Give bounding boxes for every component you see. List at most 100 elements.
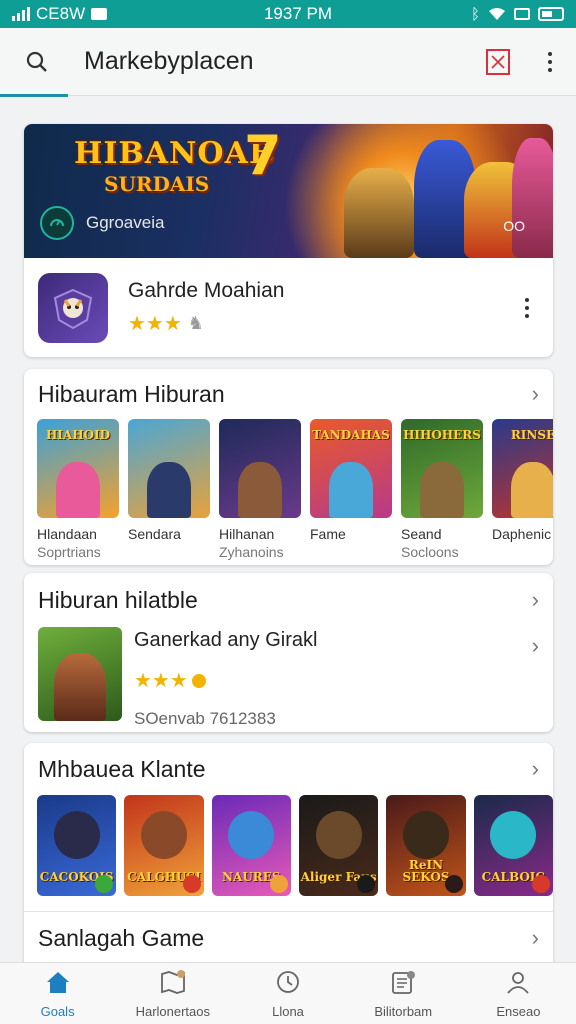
game-tile-character bbox=[238, 462, 282, 518]
chevron-right-icon[interactable]: › bbox=[532, 756, 539, 782]
section-header[interactable]: Hibauram Hiburan › bbox=[24, 369, 553, 419]
bottom-navigation: Goals Harlonertaos Llona Bilitorbam Enseao bbox=[0, 962, 576, 1024]
game-tile-character bbox=[490, 811, 537, 859]
search-button[interactable] bbox=[0, 50, 74, 74]
status-bar: CE8W 1937 PM ᛒ bbox=[0, 0, 576, 28]
banner-number: 7 bbox=[244, 124, 282, 187]
controller-icon: ♞ bbox=[187, 313, 204, 333]
section-title: Sanlagah Game bbox=[38, 924, 205, 951]
featured-more-button[interactable] bbox=[515, 297, 539, 318]
cast-icon bbox=[486, 48, 510, 75]
game-tile-badge bbox=[444, 875, 463, 893]
home-icon bbox=[44, 969, 72, 1000]
game-tile-subtitle: Socloons bbox=[401, 544, 459, 560]
chevron-right-icon[interactable]: › bbox=[532, 627, 539, 659]
section-title: Hibauram Hiburan bbox=[38, 380, 225, 407]
section-available: Hiburan hilatble › Ganerkad any Girakl ★… bbox=[24, 573, 553, 732]
gauge-icon bbox=[40, 206, 74, 240]
game-tile-art-text: HIAHOID bbox=[45, 428, 111, 442]
game-tile-name: Seand bbox=[401, 526, 442, 542]
game-tiles-row: HIAHOID Hlandaan Soprtrians Sendara Hilhanan… bbox=[24, 419, 553, 560]
list-item[interactable]: Ganerkad any Girakl ★★★ SOenvab 7612383 … bbox=[24, 627, 553, 729]
list-item-rating: ★★★ bbox=[134, 668, 532, 693]
game-tile-badge bbox=[357, 875, 376, 893]
battery-icon bbox=[538, 7, 564, 21]
game-tile-character bbox=[140, 811, 187, 859]
game-tile[interactable]: RINSE Daphenic bbox=[492, 419, 553, 560]
game-tile-subtitle: Soprtrians bbox=[37, 544, 101, 560]
game-tile-character bbox=[228, 811, 275, 859]
banner-label: Ggroaveia bbox=[86, 213, 165, 232]
nav-item-label: Enseao bbox=[496, 1003, 541, 1019]
nav-item-1[interactable]: Goals bbox=[0, 963, 115, 1024]
page-title: Markebyplacen bbox=[84, 47, 254, 75]
list-item-meta: SOenvab 7612383 bbox=[134, 709, 276, 728]
game-tile-name: Sendara bbox=[128, 526, 181, 542]
game-tile[interactable]: CALGHUSI bbox=[124, 795, 204, 896]
section-header[interactable]: Hiburan hilatble › bbox=[24, 573, 553, 627]
carrier-label: CE8W bbox=[36, 4, 86, 23]
game-tile-character bbox=[420, 462, 464, 518]
game-tile-art: HIHOHERS bbox=[401, 419, 483, 518]
game-tile[interactable]: HIAHOID Hlandaan Soprtrians bbox=[37, 419, 119, 560]
notification-icon bbox=[91, 8, 108, 20]
chevron-right-icon[interactable]: › bbox=[532, 381, 539, 407]
screen-icon bbox=[514, 8, 530, 20]
section-title: Mhbauea Klante bbox=[38, 755, 206, 782]
banner-subtitle: SURDAIS bbox=[104, 172, 210, 196]
game-tile-badge bbox=[269, 875, 288, 893]
chevron-right-icon[interactable]: › bbox=[532, 925, 539, 951]
more-vert-icon bbox=[548, 51, 552, 72]
section-header[interactable]: Sanlagah Game › bbox=[24, 912, 553, 964]
nav-item-5[interactable]: Enseao bbox=[461, 963, 576, 1024]
nav-item-2[interactable]: Harlonertaos bbox=[115, 963, 230, 1024]
game-tile[interactable]: CACOKOIS bbox=[37, 795, 117, 896]
game-tile[interactable]: TANDAHAS Fame bbox=[310, 419, 392, 560]
game-tile-badge bbox=[531, 875, 550, 893]
cast-button[interactable] bbox=[472, 48, 524, 75]
game-tile-art bbox=[219, 419, 301, 518]
nav-item-label: Llona bbox=[272, 1003, 304, 1019]
game-tile-art bbox=[128, 419, 210, 518]
nav-item-3[interactable]: Llona bbox=[230, 963, 345, 1024]
search-icon bbox=[26, 51, 47, 72]
featured-card[interactable]: HIBANOAB 7 SURDAIS Ggroaveia OO Gahrde M… bbox=[24, 124, 553, 357]
chevron-right-icon[interactable]: › bbox=[532, 587, 539, 613]
nav-item-label: Bilitorbam bbox=[374, 1003, 433, 1019]
nav-item-label: Harlonertaos bbox=[135, 1003, 211, 1019]
game-tile[interactable]: Aliger Faus bbox=[298, 795, 379, 896]
game-tile-subtitle: Zyhanoins bbox=[219, 544, 284, 560]
featured-app-row[interactable]: Gahrde Moahian ★★★ ♞ bbox=[24, 258, 553, 357]
clock-icon bbox=[274, 969, 302, 1000]
game-tile-character bbox=[511, 462, 553, 518]
game-tile-name: Fame bbox=[310, 526, 346, 542]
game-tiles-row: CACOKOIS CALGHUSI NAURES Aliger Faus ReIN SE… bbox=[24, 795, 553, 896]
game-tile-art: RINSE bbox=[492, 419, 553, 518]
app-bar: Markebyplacen bbox=[0, 28, 576, 97]
game-tile[interactable]: NAURES bbox=[211, 795, 291, 896]
game-tile[interactable]: HIHOHERS Seand Socloons bbox=[401, 419, 483, 560]
section-entertainment: Hibauram Hiburan › HIAHOID Hlandaan Soprtr… bbox=[24, 369, 553, 565]
section-header[interactable]: Mhbauea Klante › bbox=[24, 743, 553, 795]
game-tile-character bbox=[329, 462, 373, 518]
game-tile[interactable]: ReIN SEKOS bbox=[386, 795, 466, 896]
game-tile[interactable]: Hilhanan Zyhanoins bbox=[219, 419, 301, 560]
more-options-button[interactable] bbox=[524, 51, 576, 72]
section-title: Hiburan hilatble bbox=[38, 586, 198, 613]
game-tile-character bbox=[56, 462, 100, 518]
nav-item-4[interactable]: Bilitorbam bbox=[346, 963, 461, 1024]
status-time: 1937 PM bbox=[263, 4, 333, 23]
featured-app-name: Gahrde Moahian bbox=[128, 279, 285, 302]
game-tile-art-text: TANDAHAS bbox=[312, 428, 390, 442]
badge-icon bbox=[191, 673, 206, 688]
game-tile[interactable]: Sendara bbox=[128, 419, 210, 560]
list-item-thumbnail bbox=[38, 627, 122, 721]
game-tile-character bbox=[315, 811, 362, 859]
featured-app-icon bbox=[38, 272, 108, 343]
game-tile-art: HIAHOID bbox=[37, 419, 119, 518]
game-tile[interactable]: CALBOIC bbox=[473, 795, 553, 896]
featured-banner[interactable]: HIBANOAB 7 SURDAIS Ggroaveia OO bbox=[24, 124, 553, 258]
game-tile-character bbox=[402, 811, 449, 859]
rating-stars: ★★★ bbox=[134, 670, 188, 692]
game-tile-name: Daphenic bbox=[492, 526, 552, 542]
